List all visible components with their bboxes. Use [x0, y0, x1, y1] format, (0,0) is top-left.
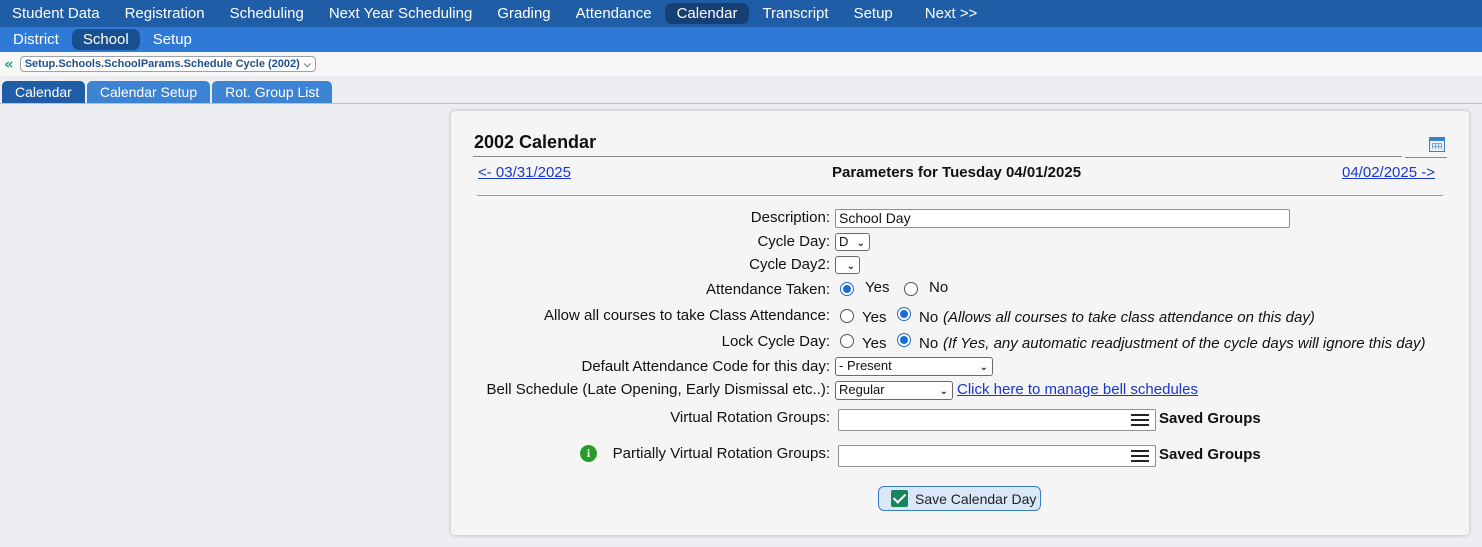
- subnav-district[interactable]: District: [2, 29, 70, 50]
- breadcrumb-bar: « Setup.Schools.SchoolParams.Schedule Cy…: [0, 52, 1482, 76]
- description-input[interactable]: School Day: [835, 209, 1290, 228]
- allow-all-yes-radio[interactable]: [840, 309, 854, 323]
- collapse-back-icon[interactable]: «: [4, 55, 14, 73]
- page-tabs: Calendar Calendar Setup Rot. Group List: [0, 78, 1482, 104]
- checkmark-icon: [891, 490, 908, 507]
- bell-schedule-select[interactable]: Regular ⌄: [835, 381, 953, 400]
- save-calendar-day-button[interactable]: Save Calendar Day: [878, 486, 1041, 511]
- allow-all-yes-label: Yes: [862, 309, 887, 326]
- tab-rot-group-list[interactable]: Rot. Group List: [212, 81, 333, 103]
- calendar-icon[interactable]: [1429, 137, 1445, 152]
- partial-saved-groups-label: Saved Groups: [1159, 446, 1261, 463]
- topnav-next[interactable]: Next >>: [913, 3, 990, 24]
- info-icon[interactable]: i: [580, 445, 597, 462]
- lock-cycle-yes-radio[interactable]: [840, 334, 854, 348]
- default-code-label: Default Attendance Code for this day:: [581, 358, 831, 375]
- lock-cycle-no-label: No: [919, 335, 939, 352]
- virtual-groups-label: Virtual Rotation Groups:: [670, 409, 830, 426]
- partial-groups-label: Partially Virtual Rotation Groups:: [612, 445, 830, 462]
- chevron-down-icon: ⌄: [939, 386, 948, 397]
- subnav-setup[interactable]: Setup: [142, 29, 203, 50]
- cycle-day2-select[interactable]: ⌄: [835, 256, 860, 274]
- topnav-transcript[interactable]: Transcript: [750, 3, 840, 24]
- topnav-grading[interactable]: Grading: [485, 3, 562, 24]
- parameters-header: Parameters for Tuesday 04/01/2025: [832, 164, 1082, 181]
- prev-day-link[interactable]: <- 03/31/2025: [478, 164, 571, 181]
- topnav-student-data[interactable]: Student Data: [0, 3, 112, 24]
- tab-calendar[interactable]: Calendar: [2, 81, 85, 103]
- cycle-day-label: Cycle Day:: [757, 233, 830, 250]
- attendance-taken-yes-label: Yes: [865, 279, 890, 296]
- allow-all-no-label: No: [919, 309, 939, 326]
- allow-all-note: (Allows all courses to take class attend…: [943, 309, 1315, 326]
- description-label: Description:: [750, 209, 830, 226]
- lock-cycle-no-radio[interactable]: [897, 333, 911, 347]
- breadcrumb-select[interactable]: Setup.Schools.SchoolParams.Schedule Cycl…: [19, 56, 316, 72]
- topnav-setup[interactable]: Setup: [842, 3, 905, 24]
- cycle-day-select[interactable]: D ⌄: [835, 233, 870, 251]
- manage-bell-schedules-link[interactable]: Click here to manage bell schedules: [957, 381, 1198, 398]
- chevron-down-icon: ⌄: [856, 238, 865, 249]
- subnav-school[interactable]: School: [71, 29, 140, 50]
- menu-icon[interactable]: [1131, 450, 1149, 463]
- title-divider: [473, 156, 1402, 157]
- allow-all-label: Allow all courses to take Class Attendan…: [544, 307, 830, 324]
- menu-icon[interactable]: [1131, 414, 1149, 427]
- attendance-taken-no-label: No: [929, 279, 949, 296]
- virtual-groups-input[interactable]: [838, 409, 1156, 431]
- calendar-day-panel: 2002 Calendar <- 03/31/2025 Parameters f…: [451, 111, 1469, 535]
- top-nav: Student Data Registration Scheduling Nex…: [0, 0, 1482, 27]
- next-day-link[interactable]: 04/02/2025 ->: [1342, 164, 1435, 181]
- chevron-down-icon: ⌄: [846, 261, 855, 272]
- allow-all-no-radio[interactable]: [897, 307, 911, 321]
- sub-nav: District School Setup: [0, 27, 1482, 52]
- panel-title: 2002 Calendar: [474, 132, 597, 152]
- cycle-day-value: D: [839, 234, 849, 249]
- tab-calendar-setup[interactable]: Calendar Setup: [86, 81, 211, 103]
- topnav-next-year-scheduling[interactable]: Next Year Scheduling: [317, 3, 484, 24]
- attendance-taken-yes-radio[interactable]: [840, 282, 854, 296]
- lock-cycle-note: (If Yes, any automatic readjustment of t…: [943, 335, 1426, 352]
- breadcrumb-path: Setup.Schools.SchoolParams.Schedule Cycl…: [24, 58, 300, 70]
- partial-groups-input[interactable]: [838, 445, 1156, 467]
- default-code-select[interactable]: - Present ⌄: [835, 357, 993, 376]
- default-code-value: - Present: [839, 358, 892, 373]
- calendar-icon-area: [1405, 133, 1447, 158]
- header-divider: [477, 195, 1443, 196]
- bell-schedule-value: Regular: [839, 382, 885, 397]
- topnav-attendance[interactable]: Attendance: [564, 3, 664, 24]
- attendance-taken-no-radio[interactable]: [904, 282, 918, 296]
- topnav-calendar[interactable]: Calendar: [664, 3, 750, 24]
- topnav-registration[interactable]: Registration: [113, 3, 217, 24]
- virtual-saved-groups-label: Saved Groups: [1159, 410, 1261, 427]
- attendance-taken-label: Attendance Taken:: [706, 281, 830, 298]
- save-button-label: Save Calendar Day: [915, 490, 1037, 507]
- chevron-down-icon: ⌵: [303, 58, 311, 69]
- lock-cycle-label: Lock Cycle Day:: [721, 333, 830, 350]
- lock-cycle-yes-label: Yes: [862, 335, 887, 352]
- cycle-day2-label: Cycle Day2:: [749, 256, 830, 273]
- chevron-down-icon: ⌄: [979, 362, 988, 373]
- bell-schedule-label: Bell Schedule (Late Opening, Early Dismi…: [486, 381, 830, 398]
- topnav-scheduling[interactable]: Scheduling: [218, 3, 316, 24]
